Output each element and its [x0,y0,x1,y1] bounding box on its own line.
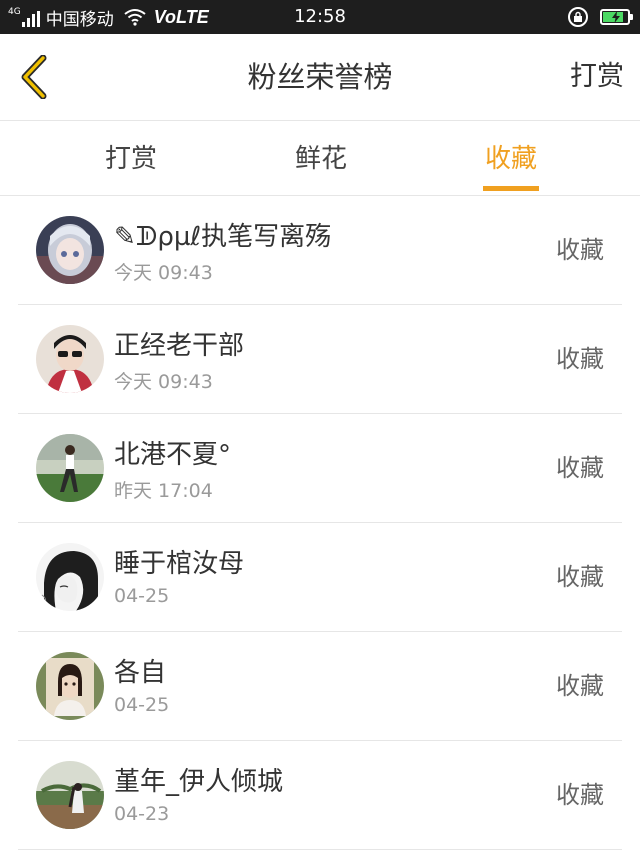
timestamp: 04-25 [114,585,170,607]
user-name: 北港不夏° [114,440,232,470]
tab-flowers[interactable]: 鲜花 [251,121,391,195]
app-header: 粉丝荣誉榜 打赏 [0,34,640,121]
avatar [36,325,104,393]
avatar [36,216,104,284]
timestamp: 今天 09:43 [114,371,213,393]
fan-list: ✎ᗫρµℓ执笔写离殇 今天 09:43 收藏 正经老干部 今天 09:43 收藏 [0,196,640,850]
list-item[interactable]: 睡于棺汝母 04-25 收藏 [18,523,622,632]
user-name: 睡于棺汝母 [114,549,245,579]
status-time: 12:58 [294,6,346,27]
timestamp: 昨天 17:04 [114,480,213,502]
list-item[interactable]: 各自 04-25 收藏 [18,632,622,741]
timestamp: 04-23 [114,803,170,825]
action-label: 收藏 [556,236,604,264]
status-bar-right [568,0,633,34]
list-item[interactable]: 正经老干部 今天 09:43 收藏 [18,305,622,414]
active-tab-indicator [483,186,539,191]
battery-icon [600,9,633,25]
charging-bolt-icon [612,11,620,23]
status-bar: 4G 中国移动 VoLTE 12:58 [0,0,640,34]
action-label: 收藏 [556,345,604,373]
tab-bar: 打赏 鲜花 收藏 [0,121,640,196]
action-label: 收藏 [556,672,604,700]
list-item[interactable]: 北港不夏° 昨天 17:04 收藏 [18,414,622,523]
timestamp: 04-25 [114,694,170,716]
user-name: 正经老干部 [114,331,245,361]
action-label: 收藏 [556,781,604,809]
timestamp: 今天 09:43 [114,262,213,284]
action-label: 收藏 [556,563,604,591]
action-label: 收藏 [556,454,604,482]
list-item[interactable]: 堇年_伊人倾城 04-23 收藏 [18,741,622,850]
tip-button[interactable]: 打赏 [570,34,624,120]
user-name: ✎ᗫρµℓ执笔写离殇 [114,222,332,252]
user-name: 各自 [114,658,167,688]
avatar [36,652,104,720]
tab-favorites[interactable]: 收藏 [441,121,581,195]
avatar [36,434,104,502]
user-name: 堇年_伊人倾城 [114,767,284,797]
back-button[interactable] [14,54,54,100]
page-title: 粉丝荣誉榜 [247,60,393,94]
chevron-left-icon [21,55,47,99]
avatar [36,543,104,611]
rotation-lock-icon [568,7,588,27]
tab-tip[interactable]: 打赏 [61,121,201,195]
avatar [36,761,104,829]
list-item[interactable]: ✎ᗫρµℓ执笔写离殇 今天 09:43 收藏 [18,196,622,305]
